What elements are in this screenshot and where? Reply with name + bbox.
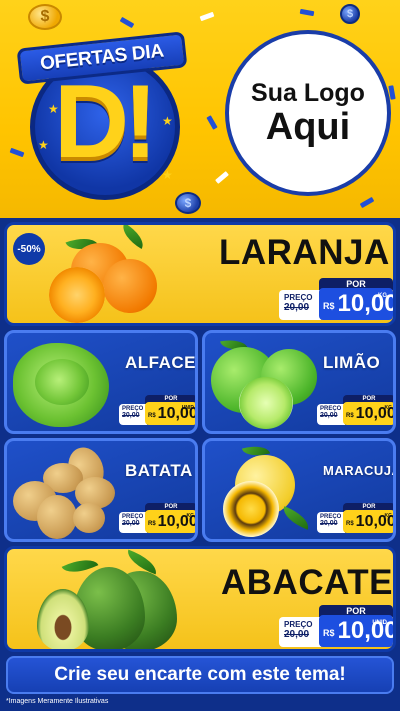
- price-tag: POR PREÇO 20,00 R$ 10,00 KG: [279, 278, 393, 320]
- logo-placeholder: Sua Logo Aqui: [225, 30, 391, 196]
- potato-icon: [73, 503, 105, 533]
- confetti: [206, 115, 218, 130]
- orange-slice-icon: [49, 267, 105, 323]
- product-card-limao: LIMÃO POR PREÇO 20,00 R$ 10,00 KG: [202, 330, 396, 434]
- product-card-maracuja: MARACUJÁ POR PREÇO 20,00 R$ 10,00 KG: [202, 438, 396, 542]
- confetti: [359, 196, 375, 209]
- product-name: LIMÃO: [323, 353, 381, 372]
- leaf-icon: [279, 506, 313, 530]
- price-tag: POR PREÇO 20,00 R$ 10,00 UNID: [279, 605, 393, 647]
- logo-text-line1: Sua Logo: [251, 78, 365, 107]
- old-price: PREÇO 20,00: [119, 404, 147, 425]
- old-price: PREÇO 20,00: [119, 512, 147, 533]
- price-tag: POR PREÇO 20,00 R$ 10,00 KG: [317, 395, 393, 425]
- confetti: [299, 8, 315, 17]
- confetti: [215, 171, 229, 184]
- orange-icon: [103, 259, 157, 313]
- old-price-value: 20,00: [284, 302, 310, 313]
- price-tag: POR PREÇO 20,00 R$ 10,00 KG: [317, 503, 393, 533]
- new-price-value: 10,00: [337, 290, 396, 317]
- confetti: [199, 11, 215, 22]
- star-icon: ★: [38, 138, 49, 152]
- product-card-abacate: ABACATE POR PREÇO 20,00 R$ 10,00 UNID: [4, 546, 396, 652]
- product-card-batata: BATATA POR PREÇO 20,00 R$ 10,00 KG: [4, 438, 198, 542]
- new-price: R$ 10,00 KG: [343, 402, 393, 425]
- passion-fruit-half-icon: [223, 481, 279, 537]
- disclaimer: *Imagens Meramente Ilustrativas: [6, 698, 109, 705]
- product-card-alface: ALFACE POR PREÇO 20,00 R$ 10,00 UNID: [4, 330, 198, 434]
- product-card-laranja: -50% LARANJA POR PREÇO 20,00 R$ 10,00 KG: [4, 222, 396, 326]
- new-price: R$ 10,00 KG: [145, 510, 195, 533]
- new-price: R$ 10,00 UNID: [145, 402, 195, 425]
- logo-text-line2: Aqui: [265, 105, 351, 148]
- lime-slice-icon: [239, 377, 293, 429]
- coin-icon: $: [340, 4, 360, 24]
- old-price: PREÇO 20,00: [279, 617, 321, 647]
- product-name: ALFACE: [125, 353, 196, 372]
- cta-banner: Crie seu encarte com este tema!: [6, 656, 394, 694]
- star-icon: ★: [162, 168, 173, 182]
- product-name: ABACATE: [221, 563, 394, 602]
- badge-letter: D!: [54, 64, 158, 180]
- potato-icon: [37, 495, 77, 539]
- new-price: R$ 10,00 UNID: [319, 615, 393, 647]
- lettuce-leaf-icon: [35, 359, 89, 405]
- leaf-icon: [117, 225, 149, 250]
- price-tag: POR PREÇO 20,00 R$ 10,00 UNID: [119, 395, 195, 425]
- old-price: PREÇO 20,00: [279, 290, 321, 320]
- old-price: PREÇO 20,00: [317, 512, 345, 533]
- star-icon: ★: [162, 114, 173, 128]
- cta-text: Crie seu encarte com este tema!: [54, 664, 346, 685]
- ofertas-dia-d-badge: OFERTAS DIA ★ ★ ★ ★ D!: [12, 18, 192, 200]
- new-price: R$ 10,00 KG: [319, 288, 393, 320]
- old-price: PREÇO 20,00: [317, 404, 345, 425]
- discount-badge: -50%: [13, 233, 45, 265]
- price-unit: KG: [378, 293, 387, 299]
- price-tag: POR PREÇO 20,00 R$ 10,00 KG: [119, 503, 195, 533]
- product-name: BATATA: [125, 461, 193, 480]
- product-name: MARACUJÁ: [323, 463, 396, 478]
- product-name: LARANJA: [219, 233, 390, 272]
- new-price: R$ 10,00 KG: [343, 510, 393, 533]
- header-banner: $ $ $ OFERTAS DIA ★ ★ ★ ★ D! Sua Logo Aq…: [0, 0, 400, 218]
